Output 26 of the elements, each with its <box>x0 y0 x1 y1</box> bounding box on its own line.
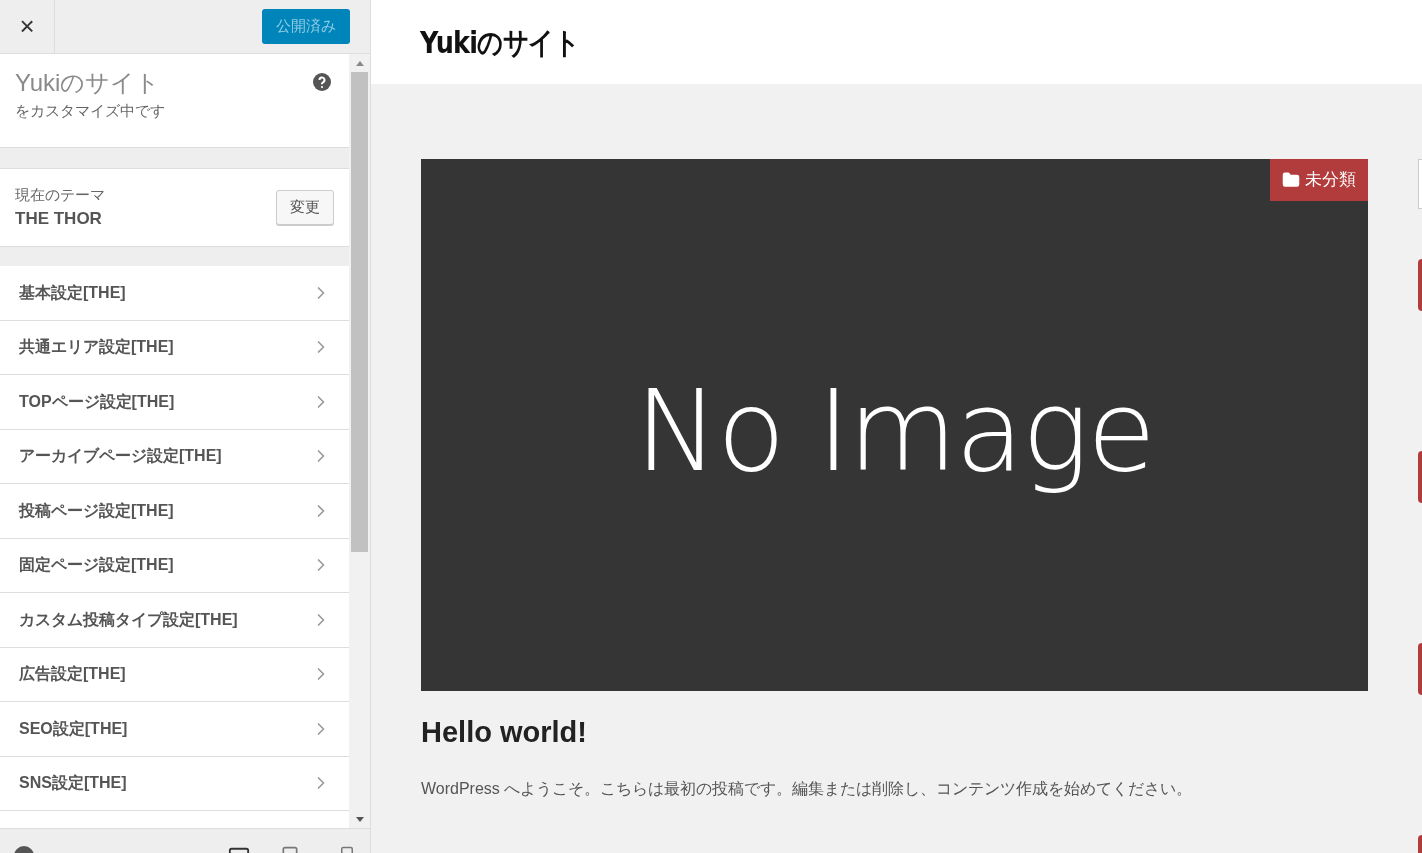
theme-label: 現在のテーマ <box>15 184 105 205</box>
post-thumbnail[interactable]: No Image 未分類 <box>421 159 1368 691</box>
change-theme-button[interactable]: 変更 <box>276 190 335 225</box>
section-item[interactable]: カスタム投稿タイプ設定[THE] <box>0 593 350 648</box>
section-item[interactable]: SEO設定[THE] <box>0 702 350 757</box>
site-subtitle: をカスタマイズ中です <box>15 101 165 121</box>
section-item[interactable]: 投稿ページ設定[THE] <box>0 484 350 539</box>
section-item[interactable]: SNS設定[THE] <box>0 756 350 811</box>
post-title[interactable]: Hello world! <box>421 711 587 755</box>
theme-name: THE THOR <box>15 208 102 230</box>
category-label[interactable]: 未分類 <box>1270 159 1368 201</box>
no-image-text: No Image <box>635 365 1154 498</box>
section-item[interactable]: 広告設定[THE] <box>0 647 350 702</box>
section-item[interactable]: 基本設定[THE] <box>0 266 350 321</box>
section-item[interactable]: TOPページ設定[THE] <box>0 375 350 430</box>
folder-icon <box>1282 171 1300 189</box>
section-item[interactable]: アーカイブページ設定[THE] <box>0 429 350 484</box>
scroll-down-icon[interactable] <box>355 817 364 822</box>
scroll-up-icon[interactable] <box>355 60 364 66</box>
section-item[interactable]: 共通エリア設定[THE] <box>0 320 350 375</box>
post-excerpt: WordPress へようこそ。こちらは最初の投稿です。編集または削除し、コンテンツ作成を始めてください。 <box>421 778 1193 799</box>
section-item[interactable]: 固定ページ設定[THE] <box>0 538 350 593</box>
preview-site-title[interactable]: Yukiのサイト <box>420 19 580 65</box>
help-icon[interactable] <box>313 73 332 91</box>
close-button[interactable]: × <box>0 0 55 54</box>
site-title: Yukiのサイト <box>15 68 161 98</box>
